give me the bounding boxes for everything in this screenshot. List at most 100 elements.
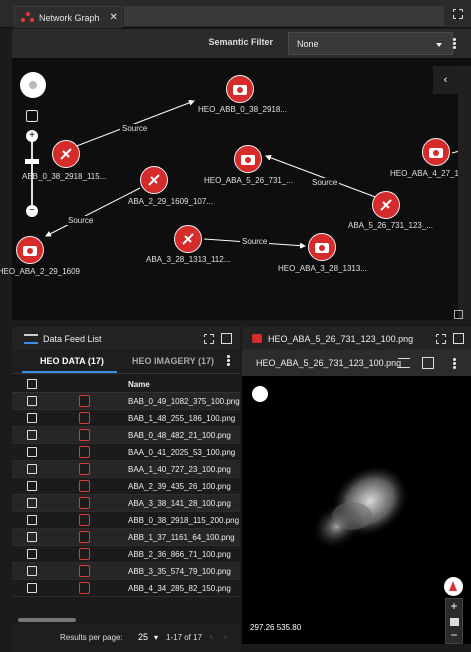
viewer-zoom-in-icon[interactable]: + (446, 599, 462, 614)
open-external-icon[interactable] (422, 357, 434, 369)
graph-node-data[interactable] (140, 166, 168, 194)
table-row[interactable]: BAB_0_49_1082_375_100.png (12, 393, 240, 410)
layers-icon[interactable] (446, 614, 462, 629)
fullscreen-icon[interactable] (435, 333, 447, 345)
zoom-out-icon[interactable]: − (26, 205, 38, 217)
tab-heo-data[interactable]: HEO DATA (17) (40, 356, 104, 366)
viewer-zoom-out-icon[interactable]: − (446, 629, 462, 643)
table-row[interactable]: ABB_4_34_285_82_150.png (12, 580, 240, 597)
row-checkbox[interactable] (27, 396, 37, 406)
semantic-filter-value: None (297, 39, 319, 49)
popout-icon[interactable] (453, 333, 464, 344)
satellite-file-icon (79, 463, 90, 475)
compass-icon[interactable] (444, 577, 463, 596)
semantic-filter-select[interactable]: None (288, 32, 453, 55)
row-checkbox[interactable] (27, 566, 37, 576)
image-viewer[interactable] (242, 376, 471, 644)
data-feed-table: Name BAB_0_49_1082_375_100.png BAB_1_48_… (12, 376, 240, 620)
row-filename: ABA_2_39_435_26_100.png (128, 482, 231, 491)
more-options-icon[interactable] (453, 358, 456, 369)
viewer-header: HEO_ABA_5_26_731_123_100.png (242, 327, 471, 351)
satellite-image (310, 464, 410, 551)
table-row[interactable]: ABA_2_39_435_26_100.png (12, 478, 240, 495)
row-checkbox[interactable] (27, 481, 37, 491)
row-checkbox[interactable] (27, 515, 37, 525)
filter-bar: Semantic Filter None (12, 29, 471, 58)
row-filename: ABB_3_35_574_79_100.png (128, 567, 231, 576)
select-all-checkbox[interactable] (27, 379, 37, 389)
table-row[interactable]: BAA_1_40_727_23_100.png (12, 461, 240, 478)
pan-control-icon[interactable] (20, 72, 46, 98)
row-checkbox[interactable] (27, 549, 37, 559)
graph-node-data[interactable] (372, 191, 400, 219)
chevron-down-icon[interactable]: ▾ (154, 633, 158, 642)
table-row[interactable]: ABA_3_38_141_28_100.png (12, 495, 240, 512)
reset-view-icon[interactable] (26, 110, 38, 122)
graph-node-label: HEO_ABB_0_38_2918... (198, 105, 287, 114)
results-per-page-select[interactable]: 25 (138, 632, 148, 642)
zoom-slider-handle[interactable] (25, 159, 39, 164)
table-row[interactable]: ABB_2_36_866_71_100.png (12, 546, 240, 563)
graph-edge-label: Source (310, 178, 340, 187)
image-tab-icon (252, 334, 262, 343)
graph-node-imagery[interactable] (422, 138, 450, 166)
graph-node-label: HEO_ABA_2_29_1609... (0, 267, 80, 276)
column-header-name[interactable]: Name (128, 380, 240, 389)
table-row[interactable]: ABB_0_38_2918_115_200.png (12, 512, 240, 529)
tab-network-graph[interactable]: Network Graph ✕ (14, 6, 122, 28)
row-checkbox[interactable] (27, 583, 37, 593)
graph-edge-label: Source (66, 216, 96, 225)
row-filename: BAA_0_41_2025_53_100.png (128, 448, 236, 457)
graph-node-imagery[interactable] (308, 233, 336, 261)
cursor-coordinates: 297.26 535.80 (250, 623, 302, 632)
viewer-toolbar: HEO_ABA_5_26_731_123_100.png (242, 350, 471, 376)
graph-node-imagery[interactable] (16, 236, 44, 264)
row-checkbox[interactable] (27, 498, 37, 508)
row-checkbox[interactable] (27, 464, 37, 474)
row-filename: ABB_0_38_2918_115_200.png (128, 516, 240, 525)
table-row[interactable]: BAA_0_41_2025_53_100.png (12, 444, 240, 461)
tab-heo-imagery[interactable]: HEO IMAGERY (17) (132, 356, 214, 366)
row-checkbox[interactable] (27, 413, 37, 423)
satellite-icon (60, 148, 72, 160)
popout-icon[interactable] (221, 333, 232, 344)
network-graph-canvas[interactable]: + − HEO_ABB_0_38_2918... ABB_0_38_2918_1… (0, 58, 471, 320)
graph-node-imagery[interactable] (234, 145, 262, 173)
row-checkbox[interactable] (27, 532, 37, 542)
table-row[interactable]: BAB_1_48_255_186_100.png (12, 410, 240, 427)
camera-icon (23, 246, 37, 256)
table-row[interactable]: ABB_1_37_1161_64_100.png (12, 529, 240, 546)
viewer-filename: HEO_ABA_5_26_731_123_100.png (256, 358, 402, 368)
satellite-icon (380, 199, 392, 211)
graph-node-label: HEO_ABA_5_26_731_... (204, 176, 293, 185)
row-checkbox[interactable] (27, 430, 37, 440)
list-icon (24, 334, 38, 344)
map-pin-icon[interactable] (252, 386, 268, 402)
prev-page-icon[interactable]: ‹ (210, 632, 213, 641)
satellite-file-icon (79, 548, 90, 560)
table-row[interactable]: BAB_0_48_482_21_100.png (12, 427, 240, 444)
pagination-bar: Results per page: 25 ▾ 1-17 of 17 ‹ › (12, 624, 240, 652)
fullscreen-icon[interactable] (203, 333, 215, 345)
graph-node-imagery[interactable] (226, 75, 254, 103)
table-row[interactable]: ABB_3_35_574_79_100.png (12, 563, 240, 580)
network-graph-icon (21, 11, 35, 24)
camera-icon (233, 85, 247, 95)
next-page-icon[interactable]: › (224, 632, 227, 641)
fullscreen-icon[interactable] (452, 8, 464, 20)
screenshot-icon[interactable] (454, 310, 463, 319)
chevron-left-icon[interactable]: ‹ (433, 66, 458, 94)
graph-node-data[interactable] (52, 140, 80, 168)
graph-edge-label: Source (120, 124, 150, 133)
close-icon[interactable]: ✕ (110, 12, 118, 23)
graph-node-label: ABA_3_28_1313_112... (146, 255, 231, 264)
graph-node-data[interactable] (174, 225, 202, 253)
more-options-icon[interactable] (227, 355, 230, 366)
camera-icon (429, 148, 443, 158)
zoom-in-icon[interactable]: + (26, 130, 38, 142)
horizontal-scrollbar[interactable] (18, 618, 76, 622)
satellite-file-icon (79, 497, 90, 509)
row-checkbox[interactable] (27, 447, 37, 457)
adjust-icon[interactable] (398, 358, 410, 368)
more-options-icon[interactable] (453, 38, 456, 49)
